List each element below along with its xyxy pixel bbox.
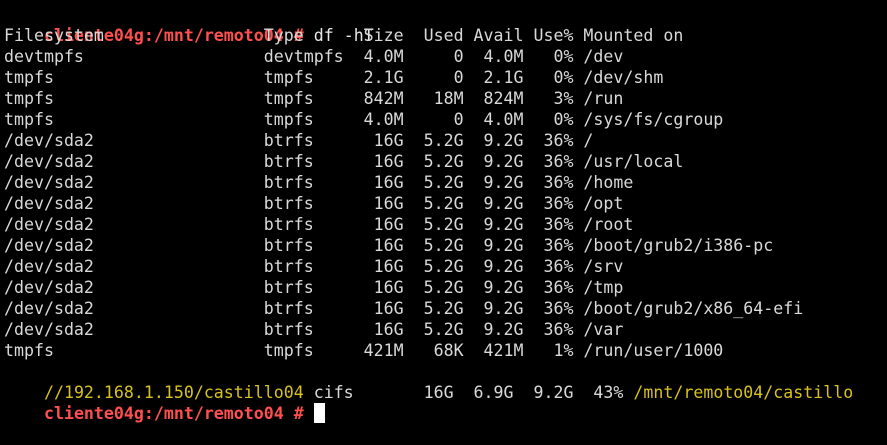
df-row: tmpfs tmpfs 842M 18M 824M 3% /run bbox=[4, 89, 624, 108]
text-cursor[interactable] bbox=[313, 403, 325, 423]
df-header: Filesystem Type Size Used Avail Use% Mou… bbox=[4, 26, 684, 45]
prompt-line-command: cliente04g:/mnt/remoto04 # df -hT bbox=[4, 4, 374, 45]
df-row: tmpfs tmpfs 421M 68K 421M 1% /run/user/1… bbox=[4, 341, 724, 360]
df-row-cifs: //192.168.1.150/castillo04 cifs 16G 6.9G… bbox=[4, 361, 853, 402]
df-row: /dev/sda2 btrfs 16G 5.2G 9.2G 36% /opt bbox=[4, 194, 624, 213]
df-row: /dev/sda2 btrfs 16G 5.2G 9.2G 36% /root bbox=[4, 215, 634, 234]
prompt-line-current: cliente04g:/mnt/remoto04 # bbox=[4, 382, 325, 423]
terminal-window[interactable]: cliente04g:/mnt/remoto04 # df -hT Filesy… bbox=[0, 0, 887, 423]
df-row: tmpfs tmpfs 2.1G 0 2.1G 0% /dev/shm bbox=[4, 68, 664, 87]
df-row: /dev/sda2 btrfs 16G 5.2G 9.2G 36% /usr/l… bbox=[4, 152, 684, 171]
df-row: /dev/sda2 btrfs 16G 5.2G 9.2G 36% /boot/… bbox=[4, 236, 774, 255]
df-row: /dev/sda2 btrfs 16G 5.2G 9.2G 36% /tmp bbox=[4, 278, 624, 297]
cifs-stats: cifs 16G 6.9G 9.2G 43% bbox=[303, 383, 634, 402]
df-row: /dev/sda2 btrfs 16G 5.2G 9.2G 36% /var bbox=[4, 320, 624, 339]
cifs-mount-point: /mnt/remoto04/castillo bbox=[633, 383, 854, 402]
df-row: tmpfs tmpfs 4.0M 0 4.0M 0% /sys/fs/cgrou… bbox=[4, 110, 724, 129]
df-row: /dev/sda2 btrfs 16G 5.2G 9.2G 36% / bbox=[4, 131, 594, 150]
df-row: /dev/sda2 btrfs 16G 5.2G 9.2G 36% /srv bbox=[4, 257, 624, 276]
df-row: /dev/sda2 btrfs 16G 5.2G 9.2G 36% /boot/… bbox=[4, 299, 804, 318]
df-row: devtmpfs devtmpfs 4.0M 0 4.0M 0% /dev bbox=[4, 47, 624, 66]
df-row: /dev/sda2 btrfs 16G 5.2G 9.2G 36% /home bbox=[4, 173, 634, 192]
